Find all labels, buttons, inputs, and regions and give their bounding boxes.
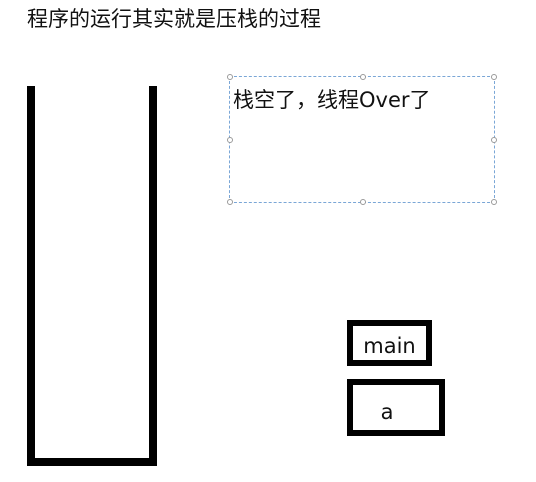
selected-text-box[interactable]: 栈空了，线程Over了: [227, 74, 497, 205]
stack-frame-main: main: [347, 320, 432, 366]
resize-handle-bottom-left[interactable]: [227, 199, 233, 205]
resize-handle-top-left[interactable]: [227, 74, 233, 80]
stack-empty-note: 栈空了，线程Over了: [233, 88, 431, 112]
diagram-title: 程序的运行其实就是压栈的过程: [27, 7, 321, 31]
resize-handle-bottom[interactable]: [360, 199, 366, 205]
resize-handle-top[interactable]: [360, 74, 366, 80]
resize-handle-right[interactable]: [491, 137, 497, 143]
stack-frame-a: a: [347, 379, 445, 436]
stack-frame-label: a: [380, 399, 394, 424]
stack-container: [27, 86, 157, 466]
resize-handle-left[interactable]: [227, 137, 233, 143]
stack-frame-label: main: [363, 334, 416, 358]
resize-handle-bottom-right[interactable]: [491, 199, 497, 205]
resize-handle-top-right[interactable]: [491, 74, 497, 80]
